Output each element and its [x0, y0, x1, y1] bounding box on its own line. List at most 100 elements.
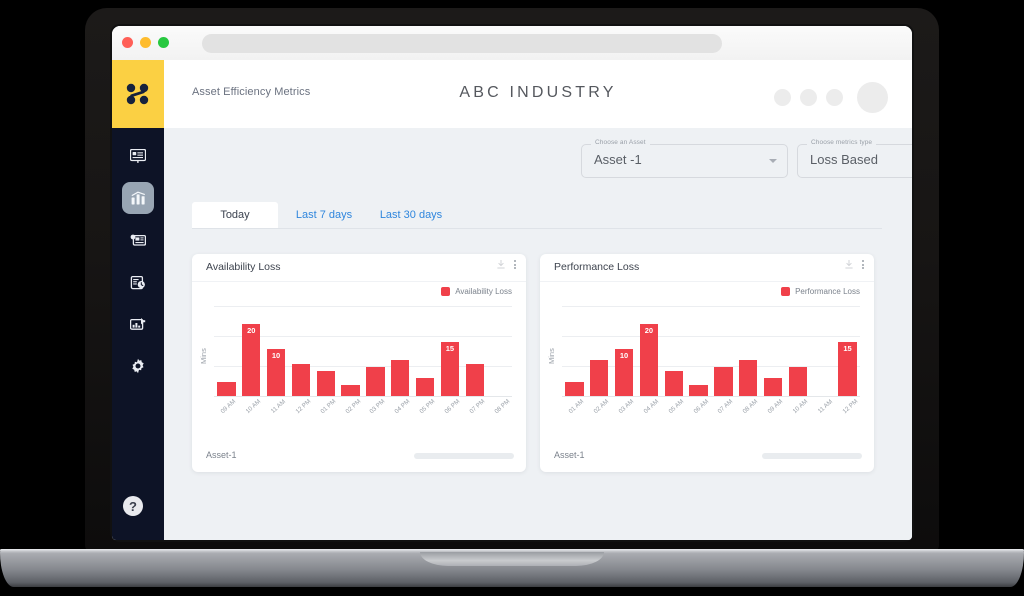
app-logo[interactable]: [112, 60, 164, 128]
x-tick: 01 AM: [562, 398, 587, 428]
download-icon[interactable]: [845, 260, 853, 269]
bar[interactable]: [689, 385, 708, 396]
x-tick: 04 AM: [636, 398, 661, 428]
x-tick-label: 10 AM: [244, 398, 263, 416]
download-icon[interactable]: [497, 260, 505, 269]
tab-last-7-days[interactable]: Last 7 days: [288, 202, 360, 228]
sidebar-item-settings[interactable]: [122, 350, 154, 382]
bar[interactable]: [415, 378, 435, 396]
bars-0: 20 10 15: [214, 306, 512, 396]
card-title: Availability Loss: [206, 261, 281, 273]
url-input[interactable]: [202, 34, 722, 53]
card-header: Availability Loss: [192, 254, 526, 282]
x-tick-label: 02 PM: [343, 398, 362, 416]
bar[interactable]: [366, 367, 385, 396]
screenshot-stage: ? Asset Efficiency Metrics ABC INDUSTRY: [0, 0, 1024, 596]
more-vertical-icon[interactable]: [514, 260, 516, 269]
bar[interactable]: 20: [639, 324, 659, 396]
sidebar-item-reports[interactable]: [122, 224, 154, 256]
bar-cell: 20: [636, 324, 661, 396]
bar[interactable]: [565, 381, 584, 396]
maximize-icon[interactable]: [158, 37, 169, 48]
logo-icon: [126, 83, 149, 105]
apps-icon[interactable]: [826, 89, 843, 106]
x-tick: 07 PM: [462, 398, 487, 428]
legend-swatch: [441, 287, 451, 296]
bar[interactable]: [590, 360, 609, 396]
x-tick: 02 AM: [587, 398, 612, 428]
bar-value-label: 15: [843, 344, 852, 353]
filters-row: Choose an Asset Asset -1 Choose metrics …: [164, 128, 912, 194]
bar[interactable]: [316, 370, 335, 396]
asset-select-label: Choose an Asset: [591, 139, 650, 146]
card-footer-label: Asset-1: [206, 450, 237, 460]
x-tick-label: 08 AM: [741, 398, 760, 416]
tab-last-30-days[interactable]: Last 30 days: [372, 202, 450, 228]
x-tick-label: 07 PM: [468, 398, 487, 416]
bar-value-label: 20: [247, 326, 256, 335]
x-tick: 12 PM: [288, 398, 313, 428]
x-tick-label: 01 AM: [567, 398, 586, 416]
avatar[interactable]: [857, 82, 888, 113]
x-tick-label: 04 AM: [642, 398, 661, 416]
bar-cell: 15: [437, 342, 462, 396]
chart-plot: Mins 10 20 15 01 AM 02 AM 03 AM 04 AM 05 AM 06 …: [540, 302, 874, 432]
sidebar-item-dashboard[interactable]: [122, 140, 154, 172]
help-button[interactable]: ?: [123, 496, 143, 516]
content-area: Asset Efficiency Metrics ABC INDUSTRY Ch…: [164, 60, 912, 540]
x-tick: 09 AM: [761, 398, 786, 428]
bar[interactable]: 10: [266, 349, 286, 396]
bar[interactable]: [739, 360, 758, 396]
bar-cell: [785, 367, 810, 396]
messages-icon[interactable]: [800, 89, 817, 106]
bar[interactable]: [391, 360, 410, 396]
bar[interactable]: 15: [838, 342, 857, 396]
bar[interactable]: [714, 367, 733, 396]
x-tick-label: 09 AM: [766, 398, 785, 416]
bar[interactable]: [465, 363, 484, 396]
bar[interactable]: 15: [440, 342, 460, 396]
bar[interactable]: [291, 363, 311, 396]
card-footer: Asset-1: [540, 442, 874, 472]
horizontal-scrollbar[interactable]: [762, 453, 862, 459]
bar[interactable]: 10: [614, 349, 634, 396]
x-tick-label: 06 AM: [692, 398, 710, 416]
sidebar-item-metrics[interactable]: [122, 182, 154, 214]
x-tick-label: 12 PM: [840, 398, 859, 416]
bar[interactable]: [788, 367, 808, 396]
metrics-select[interactable]: Choose metrics type Loss Based: [797, 139, 912, 178]
tab-today[interactable]: Today: [192, 202, 278, 228]
bar-cell: 10: [612, 349, 637, 396]
bar-cell: [413, 378, 438, 396]
close-icon[interactable]: [122, 37, 133, 48]
bar-cell: [338, 385, 363, 396]
laptop-base: [0, 549, 1024, 587]
bar-cell: [363, 367, 388, 396]
sidebar-item-schedule[interactable]: [122, 266, 154, 298]
x-tick: 07 AM: [711, 398, 736, 428]
x-tick-label: 11 AM: [816, 398, 834, 415]
bar[interactable]: 20: [242, 324, 261, 396]
more-vertical-icon[interactable]: [862, 260, 864, 269]
asset-select[interactable]: Choose an Asset Asset -1: [581, 139, 788, 178]
bar-cell: [661, 370, 686, 396]
chart-legend: Availability Loss: [441, 287, 512, 296]
x-tick-label: 09 AM: [219, 398, 238, 416]
app-shell: ? Asset Efficiency Metrics ABC INDUSTRY: [112, 60, 912, 540]
bar[interactable]: [763, 378, 783, 396]
bar[interactable]: [341, 385, 360, 396]
bar-cell: [587, 360, 612, 396]
notification-icon[interactable]: [774, 89, 791, 106]
minimize-icon[interactable]: [140, 37, 151, 48]
chart-up-icon: [130, 318, 146, 330]
horizontal-scrollbar[interactable]: [414, 453, 514, 459]
sidebar-item-analytics[interactable]: [122, 308, 154, 340]
bar-cell: [313, 370, 338, 396]
clipboard-clock-icon: [130, 275, 145, 289]
bar[interactable]: [664, 370, 683, 396]
gear-icon: [132, 358, 144, 374]
window-controls[interactable]: [122, 37, 169, 48]
bar[interactable]: [217, 381, 236, 396]
x-tick-label: 11 AM: [269, 398, 288, 415]
x-tick-label: 05 PM: [418, 398, 437, 416]
